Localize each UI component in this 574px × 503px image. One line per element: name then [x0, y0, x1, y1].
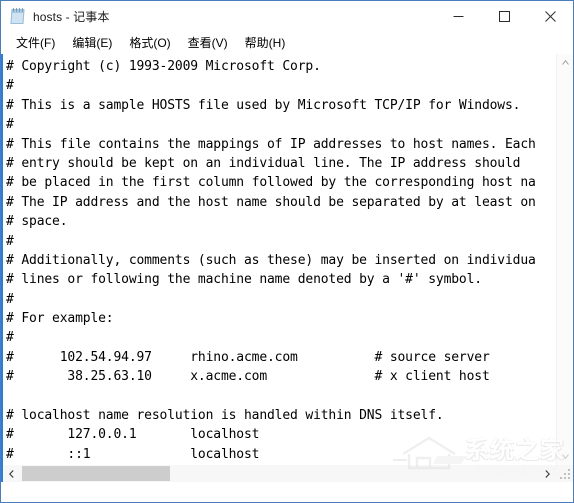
- text-line: #: [6, 78, 14, 94]
- text-line: # 38.25.63.10 x.acme.com # x client host: [6, 369, 490, 385]
- scroll-down-button[interactable]: [557, 448, 573, 465]
- chevron-down-icon: [562, 454, 569, 459]
- menu-bar: 文件(F) 编辑(E) 格式(O) 查看(V) 帮助(H): [1, 32, 573, 54]
- minimize-button[interactable]: [435, 1, 481, 31]
- text-content[interactable]: # Copyright (c) 1993-2009 Microsoft Corp…: [3, 54, 556, 465]
- scroll-up-button[interactable]: [557, 54, 573, 71]
- text-line: # 127.0.0.1 localhost: [6, 427, 260, 443]
- close-icon: [544, 10, 556, 22]
- window-title: hosts - 记事本: [33, 9, 110, 24]
- text-line: # Additionally, comments (such as these)…: [6, 252, 536, 268]
- text-line: #: [6, 233, 14, 249]
- text-editor[interactable]: # Copyright (c) 1993-2009 Microsoft Corp…: [3, 54, 556, 465]
- text-line: #: [6, 291, 14, 307]
- minimize-icon: [453, 15, 463, 17]
- text-line: # ::1 localhost: [6, 446, 260, 462]
- horizontal-scrollbar[interactable]: [3, 465, 573, 482]
- menu-file[interactable]: 文件(F): [8, 32, 64, 54]
- editor-region: # Copyright (c) 1993-2009 Microsoft Corp…: [1, 54, 573, 482]
- menu-edit[interactable]: 编辑(E): [64, 32, 121, 54]
- text-line: # localhost name resolution is handled w…: [6, 408, 444, 424]
- menu-format[interactable]: 格式(O): [121, 32, 179, 54]
- title-bar[interactable]: hosts - 记事本: [1, 1, 573, 32]
- scroll-right-button[interactable]: [539, 465, 556, 482]
- text-line: # This is a sample HOSTS file used by Mi…: [6, 97, 521, 113]
- menu-view[interactable]: 查看(V): [180, 32, 237, 54]
- horizontal-scroll-thumb[interactable]: [22, 466, 170, 481]
- menu-help[interactable]: 帮助(H): [237, 32, 295, 54]
- text-line: # For example:: [6, 311, 114, 327]
- notepad-window: hosts - 记事本 文件(F) 编辑(E) 格式(O) 查看(V) 帮助(H…: [0, 0, 574, 503]
- text-line: # entry should be kept on an individual …: [6, 155, 521, 171]
- text-line: #: [6, 117, 14, 133]
- chevron-right-icon: [545, 469, 550, 478]
- text-line: # lines or following the machine name de…: [6, 272, 482, 288]
- maximize-button[interactable]: [481, 1, 527, 31]
- chevron-left-icon: [9, 469, 14, 478]
- chevron-up-icon: [562, 60, 569, 65]
- text-line: # be placed in the first column followed…: [6, 175, 536, 191]
- text-line: #: [6, 330, 14, 346]
- text-line: # space.: [6, 214, 68, 230]
- resize-grip[interactable]: [556, 465, 573, 482]
- text-line: # Copyright (c) 1993-2009 Microsoft Corp…: [6, 59, 321, 74]
- text-line: # This file contains the mappings of IP …: [6, 136, 536, 152]
- text-line: # The IP address and the host name shoul…: [6, 194, 536, 210]
- close-button[interactable]: [527, 1, 573, 31]
- scroll-left-button[interactable]: [3, 465, 20, 482]
- vertical-scrollbar[interactable]: [556, 54, 573, 465]
- notepad-icon: [9, 7, 26, 25]
- text-line: [6, 387, 556, 406]
- text-line: # 102.54.94.97 rhino.acme.com # source s…: [6, 349, 490, 365]
- maximize-icon: [498, 10, 510, 22]
